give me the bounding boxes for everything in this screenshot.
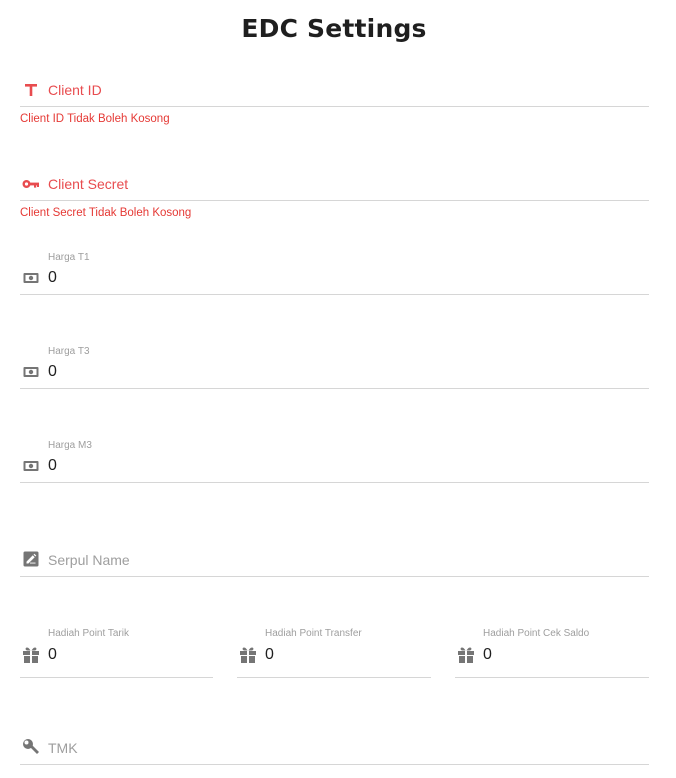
harga-m3-field[interactable]: Harga M3 0 — [20, 436, 649, 484]
client-id-error: Client ID Tidak Boleh Kosong — [20, 113, 170, 125]
harga-t1-underline — [20, 294, 649, 295]
tmk-underline — [20, 764, 649, 765]
hadiah-point-cek-saldo-value: 0 — [483, 646, 492, 663]
gift-icon — [457, 646, 475, 664]
harga-t3-field[interactable]: Harga T3 0 — [20, 342, 649, 390]
client-secret-error: Client Secret Tidak Boleh Kosong — [20, 207, 192, 219]
harga-t3-value: 0 — [48, 363, 57, 380]
key-icon — [22, 175, 40, 193]
tmk-field[interactable]: TMK — [20, 736, 649, 766]
gift-icon — [22, 646, 40, 664]
gift-icon — [239, 646, 257, 664]
tmk-placeholder: TMK — [48, 740, 78, 756]
text-t-icon — [22, 81, 40, 99]
harga-t1-value: 0 — [48, 269, 57, 286]
serpul-name-field[interactable]: Serpul Name — [20, 548, 649, 578]
wrench-icon — [22, 738, 40, 756]
page-title: EDC Settings — [241, 14, 427, 43]
harga-m3-label: Harga M3 — [48, 440, 92, 451]
harga-t1-label: Harga T1 — [48, 252, 90, 263]
client-id-label: Client ID — [48, 82, 102, 98]
hadiah-point-transfer-label: Hadiah Point Transfer — [265, 628, 362, 639]
money-icon — [22, 269, 40, 287]
serpul-name-placeholder: Serpul Name — [48, 552, 130, 568]
money-icon — [22, 457, 40, 475]
harga-t3-underline — [20, 388, 649, 389]
hadiah-point-tarik-label: Hadiah Point Tarik — [48, 628, 129, 639]
edit-icon — [22, 550, 40, 568]
client-id-field[interactable]: Client ID — [20, 78, 649, 108]
client-secret-label: Client Secret — [48, 176, 129, 192]
harga-t3-label: Harga T3 — [48, 346, 90, 357]
hadiah-point-cek-saldo-underline — [455, 677, 649, 678]
hadiah-point-cek-saldo-field[interactable]: Hadiah Point Cek Saldo 0 — [455, 618, 649, 678]
money-icon — [22, 363, 40, 381]
hadiah-point-cek-saldo-label: Hadiah Point Cek Saldo — [483, 628, 590, 639]
hadiah-point-tarik-value: 0 — [48, 646, 57, 663]
hadiah-point-transfer-underline — [237, 677, 431, 678]
hadiah-point-transfer-value: 0 — [265, 646, 274, 663]
hadiah-point-tarik-field[interactable]: Hadiah Point Tarik 0 — [20, 618, 213, 678]
client-secret-underline — [20, 200, 649, 201]
harga-m3-underline — [20, 482, 649, 483]
harga-t1-field[interactable]: Harga T1 0 — [20, 248, 649, 296]
client-secret-field[interactable]: Client Secret — [20, 172, 649, 202]
client-id-underline — [20, 106, 649, 107]
hadiah-point-tarik-underline — [20, 677, 213, 678]
hadiah-point-transfer-field[interactable]: Hadiah Point Transfer 0 — [237, 618, 431, 678]
serpul-name-underline — [20, 576, 649, 577]
harga-m3-value: 0 — [48, 457, 57, 474]
